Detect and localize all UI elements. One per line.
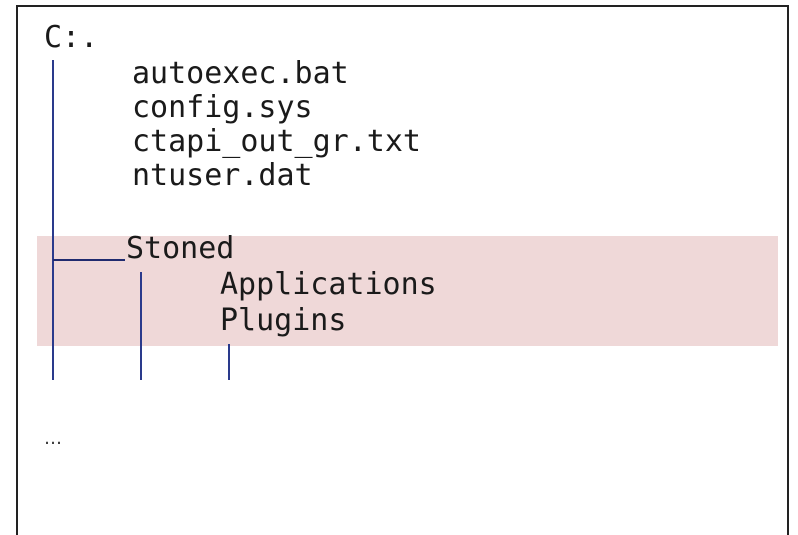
root-tree-line <box>52 60 54 380</box>
folder-stoned: Stoned <box>126 231 235 266</box>
file-ntuser-dat: ntuser.dat <box>132 158 313 193</box>
file-autoexec-bat: autoexec.bat <box>132 56 349 91</box>
more-items-ellipsis: … <box>44 428 62 449</box>
plugins-tree-line <box>228 344 230 380</box>
stoned-tree-line <box>140 272 142 380</box>
root-drive-label: C:. <box>44 20 99 55</box>
subfolder-plugins: Plugins <box>220 303 347 338</box>
file-ctapi-out-gr-txt: ctapi_out_gr.txt <box>132 124 421 159</box>
stoned-branch-line <box>53 259 125 261</box>
subfolder-applications: Applications <box>220 267 437 302</box>
file-config-sys: config.sys <box>132 90 313 125</box>
